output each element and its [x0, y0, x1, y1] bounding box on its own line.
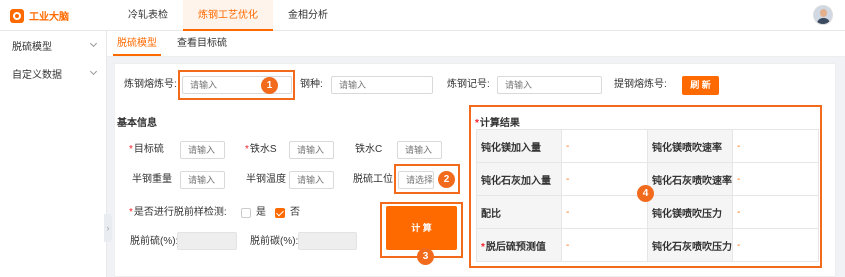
steel-mark-input[interactable]: [497, 76, 602, 94]
result-value: -: [561, 162, 648, 196]
fetch-heat-label: 提钢熔炼号:: [614, 79, 667, 90]
result-value: -: [561, 228, 648, 262]
pre-s-input[interactable]: [177, 232, 237, 250]
nav-item-steelmaking[interactable]: 炼钢工艺优化: [183, 0, 273, 31]
pre-check-no-label: 否: [290, 207, 300, 218]
chevron-down-icon: [89, 67, 98, 76]
pre-check-no-checkbox[interactable]: [275, 208, 285, 218]
result-key: 钝化镁喷吹速率: [647, 129, 733, 163]
result-value: -: [732, 129, 819, 163]
nav-item-cold-rolling[interactable]: 冷轧表检: [113, 0, 183, 31]
results-title: 计算结果: [475, 114, 520, 129]
sub-tabs: 脱硫模型 查看目标硫: [107, 31, 845, 57]
chevron-down-icon: [89, 39, 98, 48]
refresh-button[interactable]: 刷 新: [682, 76, 719, 95]
app-logo-text: 工业大脑: [29, 12, 69, 23]
result-key: 钝化石灰喷吹压力: [647, 228, 733, 262]
result-key: 脱后硫预测值: [476, 228, 562, 262]
table-row: 脱后硫预测值 - 钝化石灰喷吹压力 -: [476, 228, 819, 262]
tab-view-target-sulfur[interactable]: 查看目标硫: [167, 31, 237, 56]
steel-grade-label: 钢种:: [300, 79, 323, 90]
result-key: 钝化石灰喷吹速率: [647, 162, 733, 196]
half-steel-temp-label: 半钢温度: [246, 174, 286, 185]
result-value: -: [732, 162, 819, 196]
result-value: -: [732, 228, 819, 262]
sidebar: 脱硫模型 自定义数据: [0, 31, 107, 277]
basic-info-title: 基本信息: [117, 118, 157, 129]
result-key: 配比: [476, 195, 562, 229]
result-value: -: [732, 195, 819, 229]
result-key: 钝化镁喷吹压力: [647, 195, 733, 229]
iron-c-label: 铁水C: [355, 144, 383, 155]
steel-grade-input[interactable]: [331, 76, 433, 94]
half-steel-weight-label: 半钢重量: [132, 174, 172, 185]
top-navbar: 工业大脑 冷轧表检 炼钢工艺优化 金相分析: [0, 0, 845, 31]
pre-c-input[interactable]: [298, 232, 357, 250]
result-value: -: [561, 129, 648, 163]
pre-check-yes-checkbox[interactable]: [241, 208, 251, 218]
callout-badge-1: 1: [261, 77, 278, 94]
nav-item-metallography[interactable]: 金相分析: [273, 0, 343, 31]
callout-badge-2: 2: [438, 171, 455, 188]
target-s-input[interactable]: [180, 141, 225, 159]
table-row: 钝化镁加入量 - 钝化镁喷吹速率 -: [476, 129, 819, 163]
desulf-station-label: 脱硫工位: [353, 174, 393, 185]
heat-no-label: 炼钢熔炼号:: [124, 79, 177, 90]
result-key: 钝化石灰加入量: [476, 162, 562, 196]
half-steel-temp-input[interactable]: [289, 171, 334, 189]
pre-c-label: 脱前碳(%):: [250, 236, 299, 247]
calculate-button[interactable]: 计 算: [386, 206, 457, 250]
result-key: 钝化镁加入量: [476, 129, 562, 163]
sidebar-collapse-handle[interactable]: ›: [104, 214, 112, 242]
brain-logo-icon: [10, 8, 24, 23]
top-nav-menu: 冷轧表检 炼钢工艺优化 金相分析: [113, 0, 343, 31]
app-logo[interactable]: 工业大脑: [10, 8, 69, 23]
desulf-station-select[interactable]: [398, 171, 434, 189]
half-steel-weight-input[interactable]: [180, 171, 225, 189]
user-avatar[interactable]: [813, 5, 833, 25]
callout-badge-3: 3: [417, 248, 434, 265]
sidebar-item-label: 自定义数据: [12, 69, 62, 81]
sidebar-item-label: 脱硫模型: [12, 41, 52, 53]
iron-s-input[interactable]: [289, 141, 334, 159]
pre-check-yes-label: 是: [256, 207, 266, 218]
callout-badge-4: 4: [637, 185, 654, 202]
iron-c-input[interactable]: [397, 141, 442, 159]
sidebar-item-desulf-model[interactable]: 脱硫模型: [0, 31, 106, 59]
result-value: -: [561, 195, 648, 229]
pre-check-label: 是否进行脱前样检测:: [129, 204, 227, 222]
tab-desulf-model[interactable]: 脱硫模型: [107, 31, 167, 56]
sidebar-item-custom-data[interactable]: 自定义数据: [0, 59, 106, 87]
target-s-label: 目标硫: [129, 141, 164, 159]
iron-s-label: 铁水S: [245, 141, 277, 159]
pre-s-label: 脱前硫(%):: [130, 236, 179, 247]
steel-mark-label: 炼钢记号:: [447, 79, 490, 90]
